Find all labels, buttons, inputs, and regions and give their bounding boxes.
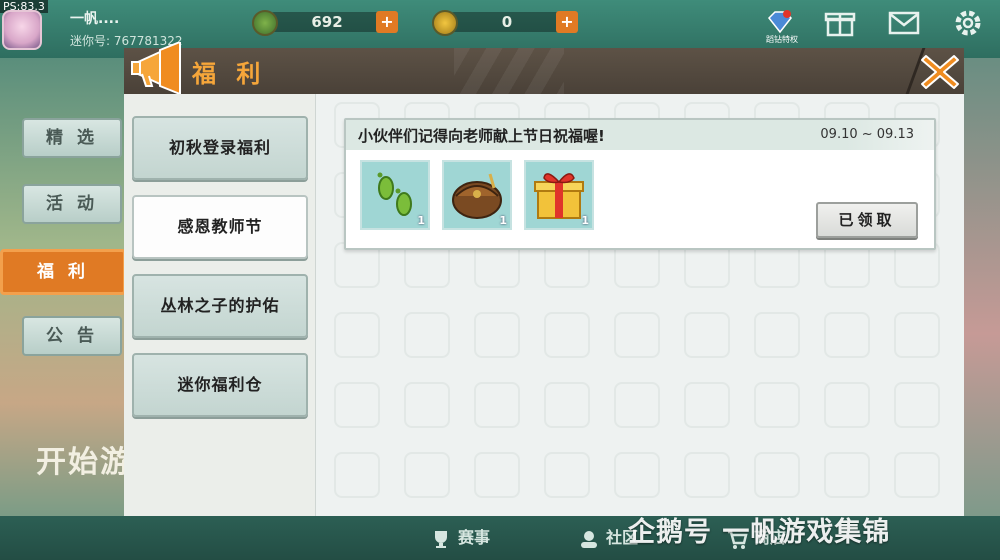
privilege-button[interactable]: 蹈钻特权 <box>762 6 798 44</box>
event-card-date: 09.10 ~ 09.13 <box>820 127 914 142</box>
tab-events[interactable]: 活 动 <box>22 184 122 224</box>
pattern-cell <box>474 382 520 428</box>
welfare-menu: 初秋登录福利 感恩教师节 丛林之子的护佑 迷你福利仓 <box>124 94 316 516</box>
pattern-cell <box>824 382 870 428</box>
start-game-text[interactable]: 开始游 <box>36 437 132 481</box>
dialog-header: 福 利 <box>124 42 964 94</box>
leaf-coin-icon <box>252 10 278 36</box>
pattern-cell <box>544 382 590 428</box>
event-card-title: 小伙伴们记得向老师献上节日祝福喔! <box>358 127 605 145</box>
menu-jungle-blessing[interactable]: 丛林之子的护佑 <box>132 274 308 338</box>
add-gold-currency-button[interactable]: + <box>556 11 578 33</box>
event-card-header: 小伙伴们记得向老师献上节日祝福喔! 09.10 ~ 09.13 <box>346 120 934 150</box>
gift-box-icon <box>534 173 584 219</box>
privilege-label: 蹈钻特权 <box>766 35 798 44</box>
trophy-icon <box>430 528 452 550</box>
pattern-cell <box>404 452 450 498</box>
menu-teachers-day[interactable]: 感恩教师节 <box>132 195 308 259</box>
backpack-icon <box>452 173 502 219</box>
claimed-button[interactable]: 已领取 <box>816 202 918 238</box>
dialog-body: 初秋登录福利 感恩教师节 丛林之子的护佑 迷你福利仓 小伙伴们记得向老师献上节日… <box>124 94 964 516</box>
pattern-cell <box>334 382 380 428</box>
pattern-cell <box>894 452 940 498</box>
reward-item[interactable]: 1 <box>524 160 594 230</box>
pattern-cell <box>614 452 660 498</box>
pattern-cell <box>404 312 450 358</box>
reward-count: 1 <box>581 214 589 227</box>
pattern-cell <box>334 452 380 498</box>
pattern-cell <box>684 452 730 498</box>
mail-button[interactable] <box>886 6 922 42</box>
pattern-cell <box>824 452 870 498</box>
pattern-cell <box>404 382 450 428</box>
gold-currency: 0 + <box>432 10 582 36</box>
pattern-cell <box>684 382 730 428</box>
menu-mini-warehouse[interactable]: 迷你福利仓 <box>132 353 308 417</box>
pattern-cell <box>894 382 940 428</box>
pattern-cell <box>544 452 590 498</box>
reward-count: 1 <box>417 214 425 227</box>
reward-count: 1 <box>499 214 507 227</box>
pattern-cell <box>614 382 660 428</box>
megaphone-icon <box>131 42 181 94</box>
tab-announcements[interactable]: 公 告 <box>22 316 122 356</box>
pattern-cell <box>754 452 800 498</box>
gold-currency-value: 0 <box>501 13 513 31</box>
bottom-item-events[interactable]: 赛事 <box>430 524 490 552</box>
tab-welfare[interactable]: 福 利 <box>0 249 126 295</box>
pattern-cell <box>754 312 800 358</box>
pattern-cell <box>614 312 660 358</box>
pattern-cell <box>474 312 520 358</box>
green-currency: 692 + <box>252 10 402 36</box>
footprints-icon <box>377 172 412 216</box>
gift-icon <box>824 12 856 37</box>
pattern-cell <box>544 312 590 358</box>
header-stripes <box>454 48 564 94</box>
settings-button[interactable] <box>950 6 986 42</box>
tab-featured[interactable]: 精 选 <box>22 118 122 158</box>
pattern-cell <box>684 312 730 358</box>
pattern-cell <box>474 452 520 498</box>
mail-icon <box>888 11 920 35</box>
menu-autumn-login[interactable]: 初秋登录福利 <box>132 116 308 180</box>
right-background <box>964 58 1000 518</box>
reward-item[interactable]: 1 <box>442 160 512 230</box>
pattern-cell <box>334 312 380 358</box>
pattern-cell <box>824 312 870 358</box>
bottom-item-events-label: 赛事 <box>458 528 491 547</box>
event-card: 小伙伴们记得向老师献上节日祝福喔! 09.10 ~ 09.13 1 1 1 已领… <box>344 118 936 250</box>
add-green-currency-button[interactable]: + <box>376 11 398 33</box>
pattern-cell <box>894 312 940 358</box>
gear-icon <box>955 10 981 36</box>
close-icon[interactable] <box>920 52 960 92</box>
dialog-title: 福 利 <box>192 60 267 88</box>
community-icon <box>578 528 600 550</box>
reward-item[interactable]: 1 <box>360 160 430 230</box>
gold-coin-icon <box>432 10 458 36</box>
avatar[interactable] <box>2 10 42 50</box>
welfare-content: 小伙伴们记得向老师献上节日祝福喔! 09.10 ~ 09.13 1 1 1 已领… <box>316 94 964 516</box>
gift-button[interactable] <box>822 6 858 42</box>
green-currency-value: 692 <box>311 13 343 31</box>
username: 一帆.... <box>70 11 120 27</box>
pattern-cell <box>754 382 800 428</box>
